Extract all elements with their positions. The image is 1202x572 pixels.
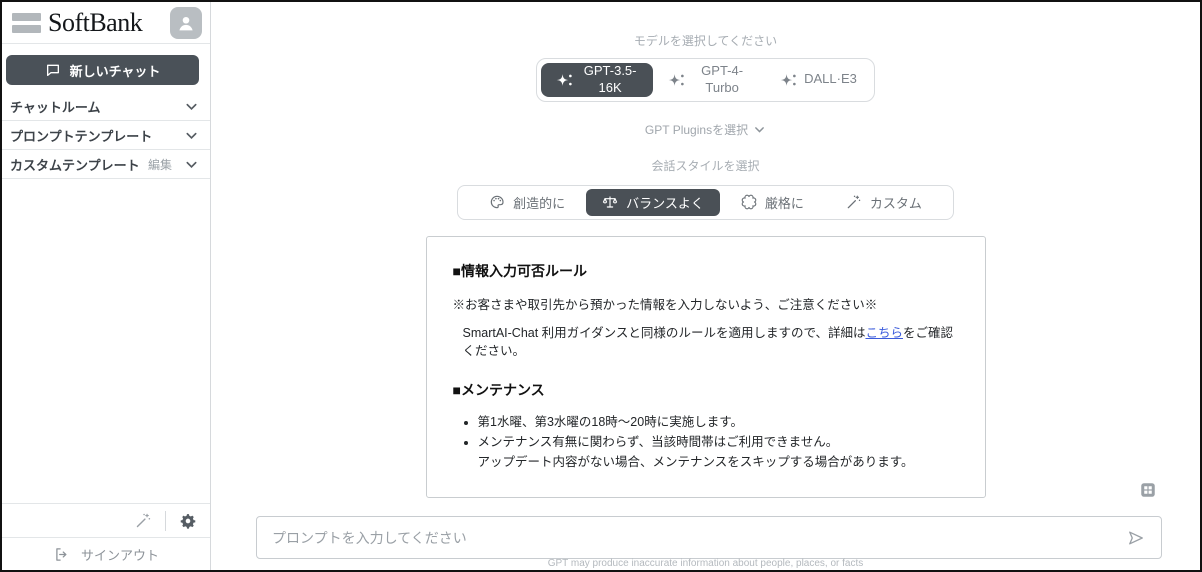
send-button[interactable] [1126,528,1146,548]
sign-out-button[interactable]: サインアウト [2,537,210,570]
chevron-down-icon [184,128,199,143]
softbank-logo-bars-icon [12,12,41,33]
divider [165,510,166,531]
magic-wand-button[interactable] [135,512,152,529]
rules-warning-text: ※お客さまや取引先から預かった情報を入力しないよう、ご注意ください※ [452,298,878,313]
style-button-balanced[interactable]: バランスよく [586,188,720,216]
sidebar-item-custom-templates[interactable]: カスタムテンプレート 編集 [2,150,210,179]
notice-box: ■情報入力可否ルール ※お客さまや取引先から預かった情報を入力しないよう、ご注意… [425,235,986,499]
palette-icon [489,194,505,210]
sidebar-tools [2,503,210,537]
kochira-link[interactable]: こちら [865,326,903,340]
template-grid-button[interactable] [1139,481,1157,499]
sidebar-item-prompt-templates[interactable]: プロンプトテンプレート [2,121,210,150]
sparkle-icon [666,72,685,88]
style-select-label: 会話スタイルを選択 [651,158,760,173]
style-button-strict[interactable]: 厳格に [720,189,825,216]
sparkle-icon [554,72,573,88]
sidebar-header: SoftBank [2,2,210,44]
settings-button[interactable] [179,512,197,530]
style-button-custom[interactable]: カスタム [825,189,943,216]
model-select-label: モデルを選択してください [633,34,778,48]
person-icon [175,12,197,34]
app-window: SoftBank 新しいチャット チャットルーム プロンプトテンプレート カスタ… [0,0,1202,572]
rules-heading: ■情報入力可否ルール [452,262,587,279]
chevron-down-icon [753,123,766,136]
chevron-down-icon [184,99,199,114]
maintenance-item: 第1水曜、第3水曜の18時〜20時に実施します。 [478,413,959,431]
prompt-bar [256,516,1162,559]
conversation-style-selector: 創造的に バランスよく 厳格に カスタム [457,184,954,220]
magic-wand-icon [135,512,152,529]
maintenance-list: 第1水曜、第3水曜の18時〜20時に実施します。 メンテナンス有無に関わらず、当… [453,413,959,451]
grid-icon [1139,481,1157,499]
sidebar-item-chat-rooms[interactable]: チャットルーム [2,92,210,121]
sidebar: SoftBank 新しいチャット チャットルーム プロンプトテンプレート カスタ… [2,2,211,570]
edit-link[interactable]: 編集 [148,156,172,173]
gear-icon [179,512,197,530]
chat-bubble-icon [45,62,61,78]
model-button-dalle3[interactable]: DALL·E3 [765,63,870,97]
style-button-creative[interactable]: 創造的に [468,189,586,216]
rules-guidance-text: SmartAI-Chat 利用ガイダンスと同様のルールを適用しますので、詳細はこ… [462,326,953,359]
maintenance-note: アップデート内容がない場合、メンテナンスをスキップする場合があります。 [477,455,914,469]
brand-wordmark: SoftBank [48,7,143,37]
prompt-input[interactable] [272,529,1126,546]
gpt-plugins-dropdown[interactable]: GPT Pluginsを選択 [645,121,766,138]
chevron-down-icon [184,157,199,172]
send-icon [1126,528,1146,548]
balance-scale-icon [602,194,618,210]
model-button-gpt4-turbo[interactable]: GPT-4-Turbo [653,63,765,97]
model-selector: GPT-3.5-16K GPT-4-Turbo DALL·E3 [536,58,875,102]
model-button-gpt35-16k[interactable]: GPT-3.5-16K [541,63,654,97]
logout-icon [53,546,70,563]
maintenance-heading: ■メンテナンス [452,382,545,399]
seal-icon [741,194,757,210]
gpt-disclaimer: GPT may produce inaccurate information a… [547,558,864,569]
maintenance-item: メンテナンス有無に関わらず、当該時間帯はご利用できません。 [478,433,959,451]
main-area: モデルを選択してください GPT-3.5-16K GPT-4-Turbo DAL… [211,2,1200,570]
new-chat-button[interactable]: 新しいチャット [6,55,199,85]
sparkle-icon [778,72,797,88]
magic-wand-icon [846,194,862,210]
user-avatar[interactable] [170,6,202,39]
